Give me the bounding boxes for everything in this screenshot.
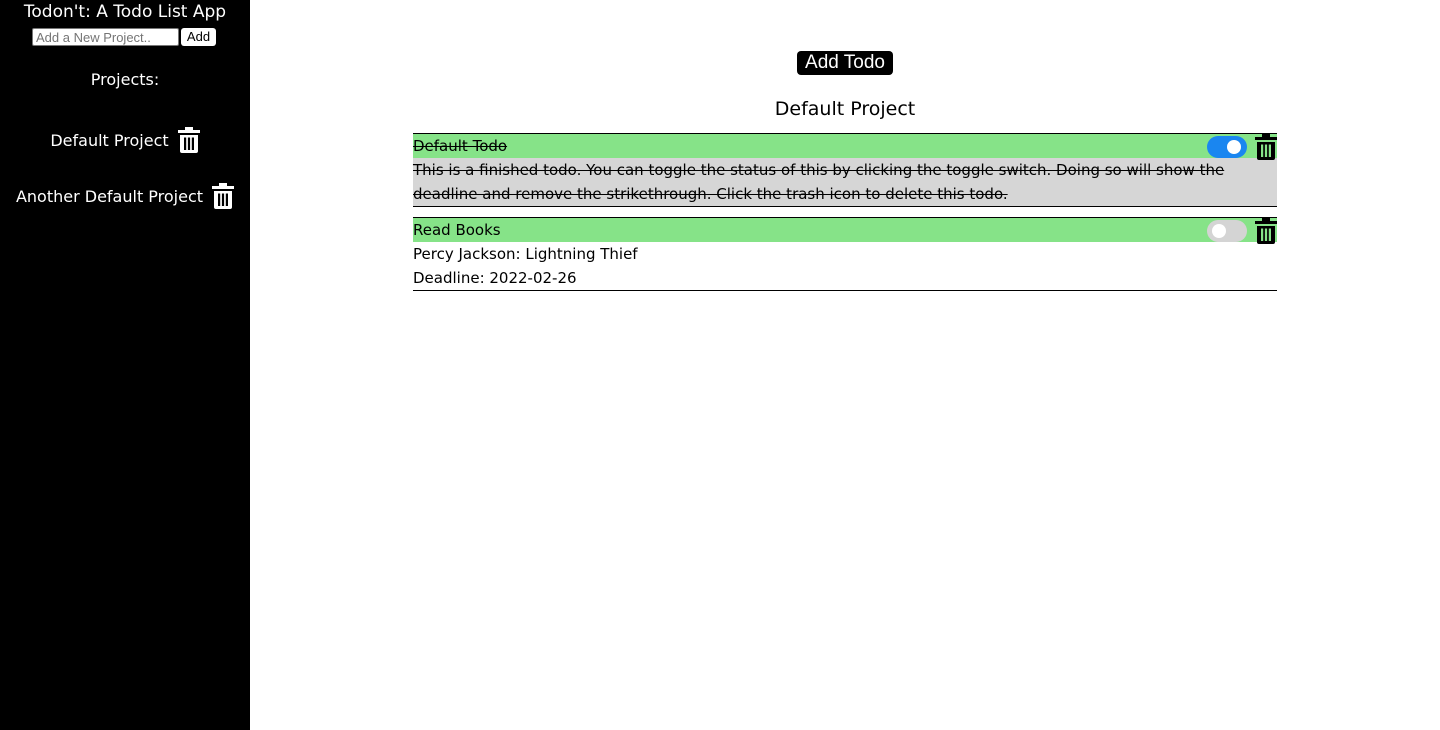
- todo-header: Read Books: [413, 218, 1277, 244]
- add-project-button[interactable]: Add: [181, 28, 216, 46]
- todo-item: Read Books Percy Jackson: Lightning Thie…: [413, 217, 1277, 291]
- project-item-another-default-project[interactable]: Another Default Project: [0, 181, 250, 211]
- toggle-knob: [1212, 224, 1226, 238]
- todo-header: Default Todo: [413, 134, 1277, 160]
- todo-body: Percy Jackson: Lightning Thief Deadline:…: [413, 242, 1277, 290]
- todo-description: Percy Jackson: Lightning Thief: [413, 245, 638, 263]
- status-toggle[interactable]: [1207, 220, 1247, 242]
- project-name: Default Project: [50, 130, 169, 150]
- todo-title: Default Todo: [413, 137, 508, 155]
- trash-icon[interactable]: [1255, 134, 1277, 164]
- project-name: Another Default Project: [15, 186, 204, 206]
- status-toggle[interactable]: [1207, 136, 1247, 158]
- projects-heading: Projects:: [90, 70, 160, 89]
- project-item-default-project[interactable]: Default Project: [0, 125, 250, 155]
- trash-icon[interactable]: [177, 127, 200, 153]
- new-project-input[interactable]: [32, 28, 179, 46]
- project-title: Default Project: [774, 98, 916, 120]
- todo-description: This is a finished todo. You can toggle …: [413, 161, 1225, 203]
- todo-body: This is a finished todo. You can toggle …: [413, 158, 1277, 206]
- sidebar: Todon't: A Todo List App Add Projects: D…: [0, 0, 250, 730]
- app-title: Todon't: A Todo List App: [23, 2, 227, 22]
- add-todo-button[interactable]: Add Todo: [797, 51, 893, 75]
- todo-title: Read Books: [413, 221, 501, 239]
- toggle-knob: [1227, 140, 1241, 154]
- trash-icon[interactable]: [1255, 218, 1277, 248]
- todo-item: Default Todo This is a finished todo. Yo…: [413, 133, 1277, 207]
- trash-icon[interactable]: [212, 183, 235, 209]
- app-root: Todon't: A Todo List App Add Projects: D…: [0, 0, 1440, 730]
- todo-deadline: Deadline: 2022-02-26: [413, 269, 577, 287]
